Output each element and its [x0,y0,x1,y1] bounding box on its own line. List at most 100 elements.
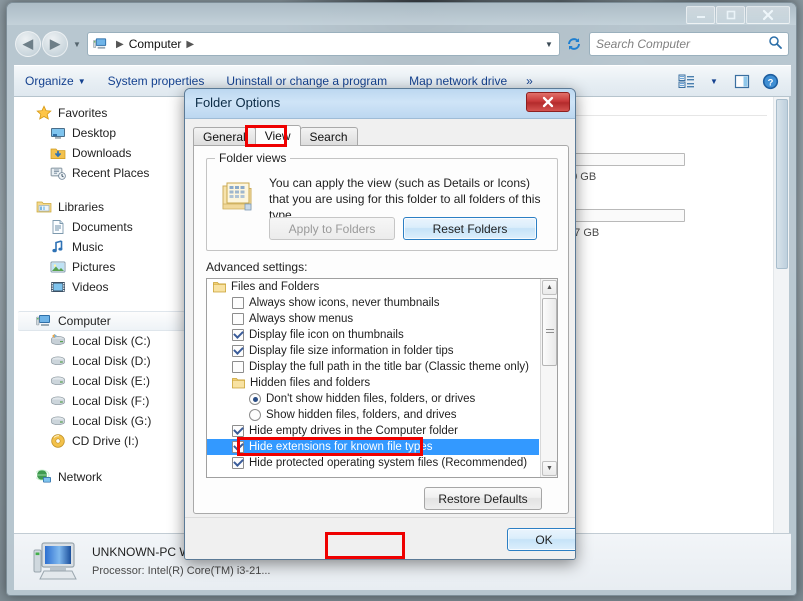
sidebar-item-local-disk-f[interactable]: Local Disk (F:) [14,391,189,411]
sidebar-item-libraries[interactable]: Libraries [14,197,189,217]
dialog-close-button[interactable] [526,92,570,112]
scroll-up-icon[interactable]: ▲ [542,280,557,295]
checkbox[interactable] [232,457,244,469]
list-item-label: Hidden files and folders [250,377,371,389]
radio-button[interactable] [249,409,261,421]
sidebar-item-music[interactable]: Music [14,237,189,257]
apply-to-folders-button[interactable]: Apply to Folders [269,217,395,240]
list-item[interactable]: Files and Folders [207,279,539,295]
address-bar[interactable]: ▶ Computer ▶ ▼ [87,32,560,56]
checkbox[interactable] [232,329,244,341]
reset-folders-button[interactable]: Reset Folders [403,217,537,240]
help-icon[interactable]: ? [757,69,783,93]
sidebar-item-videos[interactable]: Videos [14,277,189,297]
sidebar-item-recent-places[interactable]: Recent Places [14,163,189,183]
list-item[interactable]: Show hidden files, folders, and drives [207,407,539,423]
checkbox[interactable] [232,441,244,453]
recent-pages-dropdown-icon[interactable]: ▼ [73,40,81,49]
command-organize-label: Organize [25,74,74,88]
back-button[interactable]: ◀ [15,31,41,57]
window-controls [686,6,790,24]
sidebar-item-downloads[interactable]: Downloads [14,143,189,163]
sidebar-item-local-disk-c[interactable]: Local Disk (C:) [14,331,189,351]
reset-folders-label: Reset Folders [432,221,508,236]
checkbox[interactable] [232,345,244,357]
address-row: ◀ ▶ ▼ ▶ Computer ▶ ▼ Search Computer [7,25,796,65]
advanced-settings-list[interactable]: Files and Folders Always show icons, nev… [206,278,558,478]
ok-button[interactable]: OK [507,528,575,551]
folder-icon [232,377,245,389]
svg-text:?: ? [767,77,773,88]
sidebar-item-desktop[interactable]: Desktop [14,123,189,143]
scroll-down-icon[interactable]: ▼ [542,461,557,476]
sidebar-label-videos: Videos [72,280,109,294]
change-view-icon[interactable] [673,69,699,93]
tab-general[interactable]: General [193,127,256,146]
list-item[interactable]: Hide empty drives in the Computer folder [207,423,539,439]
tab-view[interactable]: View [254,125,301,146]
address-dropdown-icon[interactable]: ▼ [539,40,559,49]
sidebar-item-local-disk-d[interactable]: Local Disk (D:) [14,351,189,371]
checkbox[interactable] [232,297,244,309]
list-item[interactable]: Hide protected operating system files (R… [207,455,539,471]
content-scrollbar-thumb[interactable] [776,99,788,269]
list-item[interactable]: Display file size information in folder … [207,343,539,359]
scrollbar-thumb[interactable] [542,298,557,366]
maximize-button[interactable] [716,6,745,24]
sidebar-item-network[interactable]: Network [14,467,189,487]
list-item[interactable]: Always show menus [207,311,539,327]
refresh-button[interactable] [564,34,584,54]
command-uninstall-program-label: Uninstall or change a program [226,74,388,88]
list-item[interactable]: Hidden files and folders [207,375,539,391]
document-icon [50,219,66,235]
search-box[interactable]: Search Computer [589,32,789,56]
checkbox[interactable] [232,425,244,437]
search-input[interactable]: Search Computer [596,37,768,51]
restore-defaults-button[interactable]: Restore Defaults [424,487,542,510]
sidebar-item-computer[interactable]: Computer [18,311,185,331]
close-button[interactable] [746,6,790,24]
list-item[interactable]: Don't show hidden files, folders, or dri… [207,391,539,407]
sidebar-item-local-disk-e[interactable]: Local Disk (E:) [14,371,189,391]
breadcrumb-separator-2[interactable]: ▶ [181,39,199,50]
dialog-tabs: General View Search [193,125,569,146]
drive-usage-bar-1 [563,153,685,166]
sidebar-item-documents[interactable]: Documents [14,217,189,237]
advanced-list-scrollbar[interactable]: ▲ ▼ [540,279,557,477]
preview-pane-icon[interactable] [729,69,755,93]
advanced-settings-label: Advanced settings: [206,260,308,274]
cd-drive-icon [50,433,66,449]
navigation-pane[interactable]: Favorites Desktop Downloads Recent Place… [14,97,189,535]
nav-group-network: Network [14,467,189,487]
checkbox[interactable] [232,313,244,325]
list-item-label: Hide empty drives in the Computer folder [249,425,459,437]
folder-icon [213,281,226,293]
sidebar-item-cd-drive-i[interactable]: CD Drive (I:) [14,431,189,451]
checkbox[interactable] [232,361,244,373]
pictures-icon [50,259,66,275]
command-organize[interactable]: Organize ▼ [14,66,97,96]
list-item-label: Display file size information in folder … [249,345,454,357]
breadcrumb-separator: ▶ [116,38,124,50]
content-scrollbar[interactable] [773,97,789,535]
status-computer-name: UNKNOWN-PC [92,545,176,560]
folder-view-icon [221,179,255,218]
desktop-icon [50,125,66,141]
forward-button[interactable]: ▶ [42,31,68,57]
view-dropdown-icon[interactable]: ▼ [701,69,727,93]
minimize-button[interactable] [686,6,715,24]
sidebar-label-local-disk-d: Local Disk (D:) [72,354,151,368]
list-item[interactable]: Display the full path in the title bar (… [207,359,539,375]
command-overflow-button[interactable]: » [518,74,541,88]
breadcrumb-computer[interactable]: Computer [129,37,182,51]
list-item[interactable]: Always show icons, never thumbnails [207,295,539,311]
sidebar-item-favorites[interactable]: Favorites [14,103,189,123]
list-item[interactable]: Display file icon on thumbnails [207,327,539,343]
tab-search[interactable]: Search [299,127,358,146]
list-item-hide-extensions[interactable]: Hide extensions for known file types [207,439,539,455]
radio-button[interactable] [249,393,261,405]
sidebar-item-pictures[interactable]: Pictures [14,257,189,277]
sidebar-item-local-disk-g[interactable]: Local Disk (G:) [14,411,189,431]
libraries-icon [36,199,52,215]
sidebar-label-local-disk-e: Local Disk (E:) [72,374,151,388]
